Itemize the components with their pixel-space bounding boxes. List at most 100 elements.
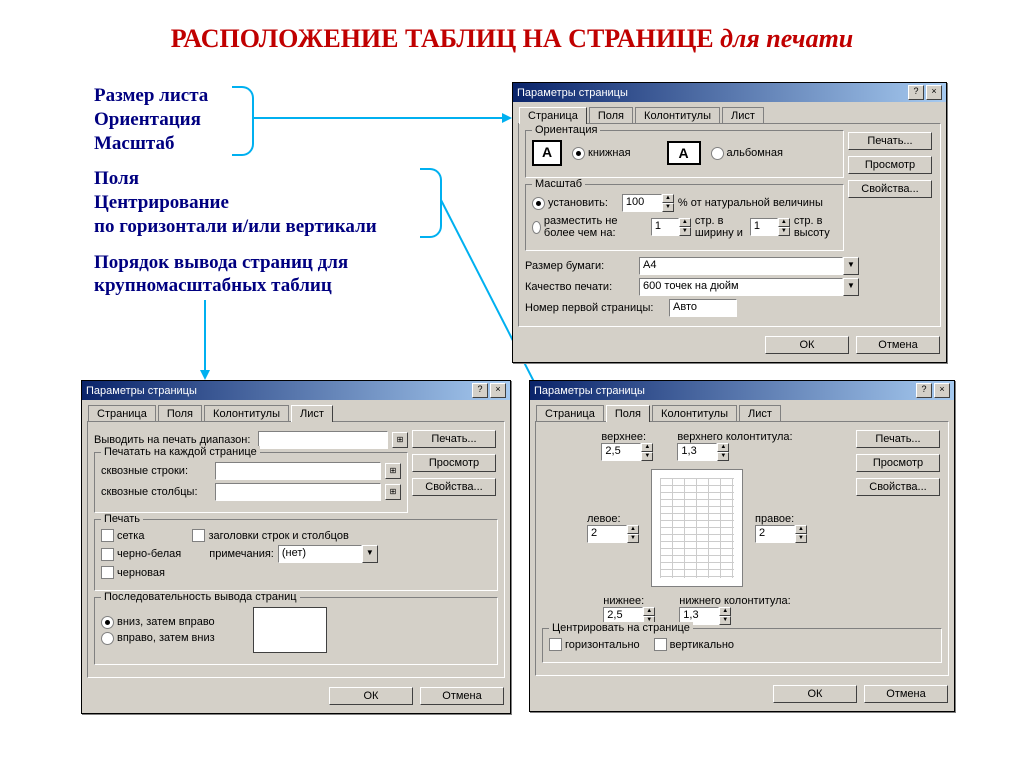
check-vert[interactable]: вертикально [654, 638, 734, 651]
help-button[interactable]: ? [472, 383, 488, 398]
cancel-button[interactable]: Отмена [856, 336, 940, 354]
through-rows-input[interactable] [215, 462, 381, 480]
tab-sheet[interactable]: Лист [722, 107, 764, 124]
print-button[interactable]: Печать... [856, 430, 940, 448]
quality-dropdown[interactable]: 600 точек на дюйм▼ [639, 278, 859, 296]
tabs: Страница Поля Колонтитулы Лист [513, 102, 946, 123]
scale-suffix: % от натуральной величины [678, 197, 823, 209]
orientation-group: Ориентация A книжная A альбомная [525, 130, 844, 178]
annot-line: крупномасштабных таблиц [94, 274, 434, 298]
center-legend: Центрировать на странице [549, 622, 693, 634]
titlebar[interactable]: Параметры страницы ? × [530, 381, 954, 400]
portrait-icon: A [532, 140, 562, 166]
check-draft[interactable]: черновая [101, 566, 165, 579]
each-page-legend: Печатать на каждой странице [101, 446, 260, 458]
arrow-icon [195, 300, 215, 380]
check-headers[interactable]: заголовки строк и столбцов [192, 529, 348, 542]
range-picker-icon[interactable]: ⊞ [392, 432, 408, 448]
tab-headers[interactable]: Колонтитулы [204, 405, 289, 422]
titlebar[interactable]: Параметры страницы ? × [513, 83, 946, 102]
properties-button[interactable]: Свойства... [412, 478, 496, 496]
left-spinner[interactable]: 2▲▼ [587, 525, 639, 543]
range-picker-icon[interactable]: ⊞ [385, 484, 401, 500]
quality-label: Качество печати: [525, 281, 635, 293]
title-italic: для печати [720, 24, 853, 53]
close-button[interactable]: × [934, 383, 950, 398]
dialog-sheet: Параметры страницы ? × Страница Поля Кол… [81, 380, 511, 714]
header-spinner[interactable]: 1,3▲▼ [677, 443, 729, 461]
help-button[interactable]: ? [916, 383, 932, 398]
tab-fields[interactable]: Поля [589, 107, 633, 124]
print-options-group: Печать сетка заголовки строк и столбцов … [94, 519, 498, 591]
close-button[interactable]: × [926, 85, 942, 100]
center-group: Центрировать на странице горизонтально в… [542, 628, 942, 663]
cancel-button[interactable]: Отмена [420, 687, 504, 705]
annot-line: Масштаб [94, 132, 434, 156]
radio-landscape[interactable]: альбомная [711, 147, 783, 160]
check-bw[interactable]: черно-белая [101, 548, 181, 561]
tab-page[interactable]: Страница [536, 405, 604, 422]
brace-icon [232, 86, 254, 156]
titlebar[interactable]: Параметры страницы ? × [82, 381, 510, 400]
close-button[interactable]: × [490, 383, 506, 398]
tab-page[interactable]: Страница [519, 107, 587, 124]
scale-group: Масштаб установить: 100▲▼ % от натуральн… [525, 184, 844, 251]
tab-page[interactable]: Страница [88, 405, 156, 422]
tab-fields[interactable]: Поля [606, 405, 650, 422]
through-cols-input[interactable] [215, 483, 381, 501]
properties-button[interactable]: Свойства... [856, 478, 940, 496]
tab-fields[interactable]: Поля [158, 405, 202, 422]
radio-over-down[interactable]: вправо, затем вниз [101, 632, 215, 645]
firstpage-label: Номер первой страницы: [525, 302, 665, 314]
tab-headers[interactable]: Колонтитулы [652, 405, 737, 422]
print-legend: Печать [101, 513, 143, 525]
scale-legend: Масштаб [532, 178, 585, 190]
dialog-title: Параметры страницы [86, 385, 470, 397]
paper-dropdown[interactable]: A4▼ [639, 257, 859, 275]
paper-label: Размер бумаги: [525, 260, 635, 272]
check-horiz[interactable]: горизонтально [549, 638, 640, 651]
properties-button[interactable]: Свойства... [848, 180, 932, 198]
print-button[interactable]: Печать... [412, 430, 496, 448]
dialog-title: Параметры страницы [534, 385, 914, 397]
check-grid[interactable]: сетка [101, 529, 144, 542]
firstpage-input[interactable]: Авто [669, 299, 737, 317]
panel-margins: Печать... Просмотр Свойства... верхнее:2… [535, 421, 949, 676]
annot-line: Порядок вывода страниц для [94, 251, 434, 275]
panel-page: Печать... Просмотр Свойства... Ориентаци… [518, 123, 941, 327]
print-button[interactable]: Печать... [848, 132, 932, 150]
landscape-icon: A [667, 141, 701, 165]
dialog-margins: Параметры страницы ? × Страница Поля Кол… [529, 380, 955, 712]
right-spinner[interactable]: 2▲▼ [755, 525, 807, 543]
top-spinner[interactable]: 2,5▲▼ [601, 443, 653, 461]
fit-h-spinner[interactable]: 1▲▼ [750, 218, 790, 236]
ok-button[interactable]: ОК [329, 687, 413, 705]
tab-sheet[interactable]: Лист [739, 405, 781, 422]
radio-down-over[interactable]: вниз, затем вправо [101, 616, 215, 629]
help-button[interactable]: ? [908, 85, 924, 100]
cancel-button[interactable]: Отмена [864, 685, 948, 703]
radio-fit[interactable]: разместить не более чем на: [532, 215, 637, 239]
preview-button[interactable]: Просмотр [848, 156, 932, 174]
fit-w-spinner[interactable]: 1▲▼ [651, 218, 691, 236]
scale-spinner[interactable]: 100▲▼ [622, 194, 674, 212]
tab-sheet[interactable]: Лист [291, 405, 333, 422]
range-picker-icon[interactable]: ⊞ [385, 463, 401, 479]
annot-line: Размер листа [94, 84, 434, 108]
each-page-group: Печатать на каждой странице сквозные стр… [94, 452, 408, 513]
ok-button[interactable]: ОК [773, 685, 857, 703]
radio-set[interactable]: установить: [532, 197, 608, 210]
print-range-label: Выводить на печать диапазон: [94, 434, 254, 446]
preview-button[interactable]: Просмотр [856, 454, 940, 472]
radio-portrait[interactable]: книжная [572, 147, 631, 160]
notes-dropdown[interactable]: (нет)▼ [278, 545, 378, 563]
preview-button[interactable]: Просмотр [412, 454, 496, 472]
order-legend: Последовательность вывода страниц [101, 591, 300, 603]
annot-line: Центрирование [94, 191, 434, 215]
title-main: РАСПОЛОЖЕНИЕ ТАБЛИЦ НА СТРАНИЦЕ [171, 24, 720, 53]
ok-button[interactable]: ОК [765, 336, 849, 354]
tab-headers[interactable]: Колонтитулы [635, 107, 720, 124]
dialog-page: Параметры страницы ? × Страница Поля Кол… [512, 82, 947, 363]
panel-sheet: Печать... Просмотр Свойства... Выводить … [87, 421, 505, 678]
print-range-input[interactable] [258, 431, 388, 449]
